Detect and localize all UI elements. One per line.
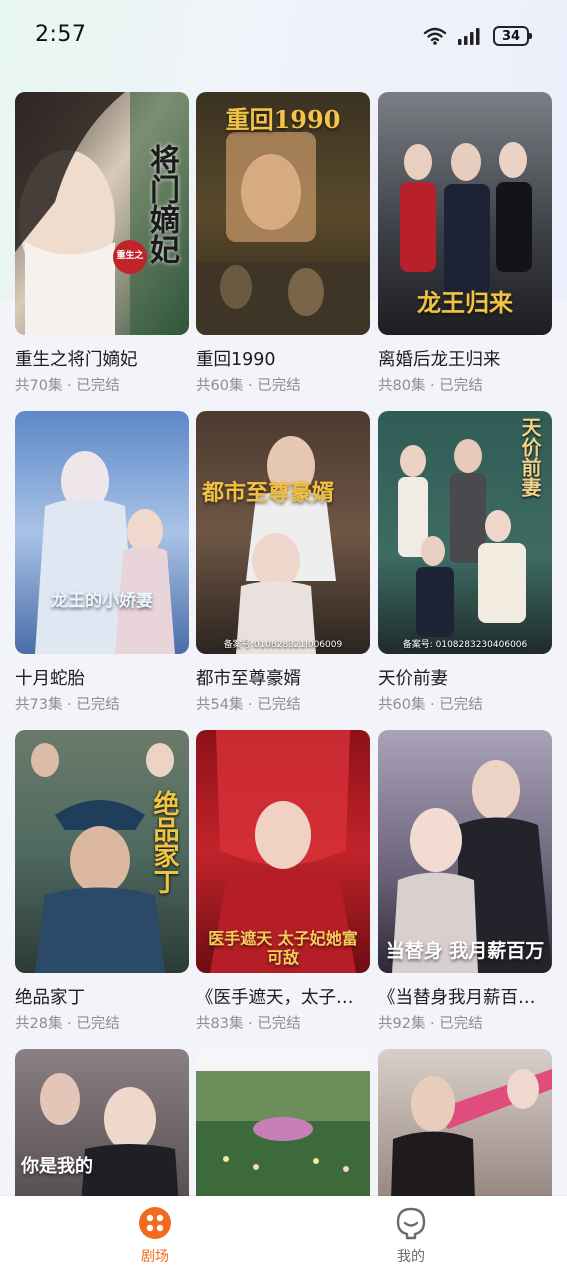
drama-poster[interactable]: 绝品家丁 xyxy=(15,730,189,973)
drama-card[interactable] xyxy=(196,1049,370,1197)
drama-card[interactable]: 你是我的 xyxy=(15,1049,189,1197)
drama-meta: 共83集 · 已完结 xyxy=(196,1014,370,1034)
drama-status: 已完结 xyxy=(76,697,120,713)
poster-title: 龙王的小娇妻 xyxy=(51,591,153,612)
status-icons: 34 xyxy=(423,24,532,48)
poster-title: 当替身 我月薪百万 xyxy=(385,940,545,963)
poster-record-number: 备案号: 0108283230406006 xyxy=(402,640,528,650)
poster-title: 你是我的 xyxy=(21,1156,93,1177)
poster-record-number: 备案号:010828321l006009 xyxy=(223,640,343,650)
drama-title: 都市至尊豪婿 xyxy=(196,669,301,689)
wifi-icon xyxy=(423,27,447,45)
tab-theater[interactable]: 剧场 xyxy=(55,1196,255,1280)
drama-episodes: 共92集 xyxy=(378,1016,426,1032)
poster-title: 医手遮天 太子妃她富可敌 xyxy=(208,929,358,967)
drama-title: 《医手遮天，太子妃她富可敌国》 xyxy=(196,988,370,1008)
meta-separator: · xyxy=(62,697,77,713)
drama-poster[interactable]: 天价前妻 备案号: 0108283230406006 xyxy=(378,411,552,654)
poster-title: 绝品家丁 xyxy=(149,790,179,894)
profile-icon xyxy=(396,1207,426,1240)
drama-episodes: 共28集 xyxy=(15,1016,63,1032)
drama-card[interactable]: 龙王归来 离婚后龙王归来 共80集 · 已完结 xyxy=(378,92,552,396)
meta-separator: · xyxy=(243,1016,258,1032)
drama-poster[interactable]: 都市至尊豪婿 备案号:010828321l006009 xyxy=(196,411,370,654)
battery-level: 34 xyxy=(501,28,521,44)
poster-title: 都市至尊豪婿 xyxy=(202,480,335,506)
drama-status: 已完结 xyxy=(76,378,120,394)
meta-separator: · xyxy=(425,1016,440,1032)
poster-badge: 重生之 xyxy=(113,240,147,274)
drama-episodes: 共60集 xyxy=(378,697,426,713)
drama-poster[interactable]: 重回1990 xyxy=(196,92,370,335)
drama-episodes: 共73集 xyxy=(15,697,63,713)
drama-title: 《当替身我月薪百万》 xyxy=(378,988,552,1008)
drama-episodes: 共60集 xyxy=(196,378,244,394)
drama-poster[interactable]: 医手遮天 太子妃她富可敌 xyxy=(196,730,370,973)
meta-separator: · xyxy=(243,697,258,713)
drama-poster[interactable]: 龙王归来 xyxy=(378,92,552,335)
poster-title: 天价前妻 xyxy=(518,417,542,497)
tab-profile[interactable]: 我的 xyxy=(311,1196,511,1280)
drama-card[interactable]: 将门嫡妃 重生之 重生之将门嫡妃 共70集 · 已完结 xyxy=(15,92,189,396)
drama-title: 离婚后龙王归来 xyxy=(378,350,501,370)
drama-meta: 共28集 · 已完结 xyxy=(15,1014,189,1034)
drama-poster[interactable]: 将门嫡妃 重生之 xyxy=(15,92,189,335)
drama-card[interactable]: 医手遮天 太子妃她富可敌 《医手遮天，太子妃她富可敌国》 共83集 · 已完结 xyxy=(196,730,370,1034)
drama-title: 天价前妻 xyxy=(378,669,448,689)
drama-grid[interactable]: 将门嫡妃 重生之 重生之将门嫡妃 共70集 · 已完结 重回1990 重回199… xyxy=(15,92,552,1197)
drama-episodes: 共83集 xyxy=(196,1016,244,1032)
tab-profile-label: 我的 xyxy=(397,1249,425,1265)
poster-title: 重回1990 xyxy=(225,105,341,134)
drama-meta: 共80集 · 已完结 xyxy=(378,376,552,396)
drama-status: 已完结 xyxy=(439,697,483,713)
theater-icon xyxy=(139,1207,171,1239)
status-time: 2:57 xyxy=(35,22,87,47)
meta-separator: · xyxy=(62,378,77,394)
poster-title: 龙王归来 xyxy=(417,288,513,318)
drama-card[interactable]: 绝品家丁 绝品家丁 共28集 · 已完结 xyxy=(15,730,189,1034)
drama-meta: 共54集 · 已完结 xyxy=(196,695,370,715)
drama-title: 绝品家丁 xyxy=(15,988,85,1008)
drama-card[interactable] xyxy=(378,1049,552,1197)
signal-icon xyxy=(458,28,480,45)
drama-episodes: 共54集 xyxy=(196,697,244,713)
drama-status: 已完结 xyxy=(439,1016,483,1032)
drama-episodes: 共70集 xyxy=(15,378,63,394)
drama-poster[interactable]: 你是我的 xyxy=(15,1049,189,1197)
drama-title: 重生之将门嫡妃 xyxy=(15,350,138,370)
drama-meta: 共70集 · 已完结 xyxy=(15,376,189,396)
drama-status: 已完结 xyxy=(257,378,301,394)
drama-title: 重回1990 xyxy=(196,350,276,370)
drama-title: 十月蛇胎 xyxy=(15,669,85,689)
drama-poster[interactable]: 当替身 我月薪百万 xyxy=(378,730,552,973)
poster-title: 将门嫡妃 xyxy=(144,144,179,264)
meta-separator: · xyxy=(425,697,440,713)
meta-separator: · xyxy=(425,378,440,394)
drama-meta: 共60集 · 已完结 xyxy=(196,376,370,396)
drama-poster[interactable] xyxy=(196,1049,370,1197)
drama-meta: 共60集 · 已完结 xyxy=(378,695,552,715)
status-bar: 2:57 34 xyxy=(0,0,567,72)
bottom-tab-bar: 剧场 我的 xyxy=(0,1196,567,1280)
drama-card[interactable]: 天价前妻 备案号: 0108283230406006 天价前妻 共60集 · 已… xyxy=(378,411,552,715)
drama-poster[interactable]: 龙王的小娇妻 xyxy=(15,411,189,654)
meta-separator: · xyxy=(243,378,258,394)
drama-card[interactable]: 当替身 我月薪百万 《当替身我月薪百万》 共92集 · 已完结 xyxy=(378,730,552,1034)
battery-icon: 34 xyxy=(493,26,532,46)
drama-card[interactable]: 都市至尊豪婿 备案号:010828321l006009 都市至尊豪婿 共54集 … xyxy=(196,411,370,715)
drama-status: 已完结 xyxy=(257,697,301,713)
drama-card[interactable]: 龙王的小娇妻 十月蛇胎 共73集 · 已完结 xyxy=(15,411,189,715)
drama-meta: 共73集 · 已完结 xyxy=(15,695,189,715)
drama-card[interactable]: 重回1990 重回1990 共60集 · 已完结 xyxy=(196,92,370,396)
meta-separator: · xyxy=(62,1016,77,1032)
drama-status: 已完结 xyxy=(439,378,483,394)
drama-status: 已完结 xyxy=(257,1016,301,1032)
tab-theater-label: 剧场 xyxy=(141,1249,169,1265)
drama-episodes: 共80集 xyxy=(378,378,426,394)
drama-status: 已完结 xyxy=(76,1016,120,1032)
drama-poster[interactable] xyxy=(378,1049,552,1197)
drama-meta: 共92集 · 已完结 xyxy=(378,1014,552,1034)
